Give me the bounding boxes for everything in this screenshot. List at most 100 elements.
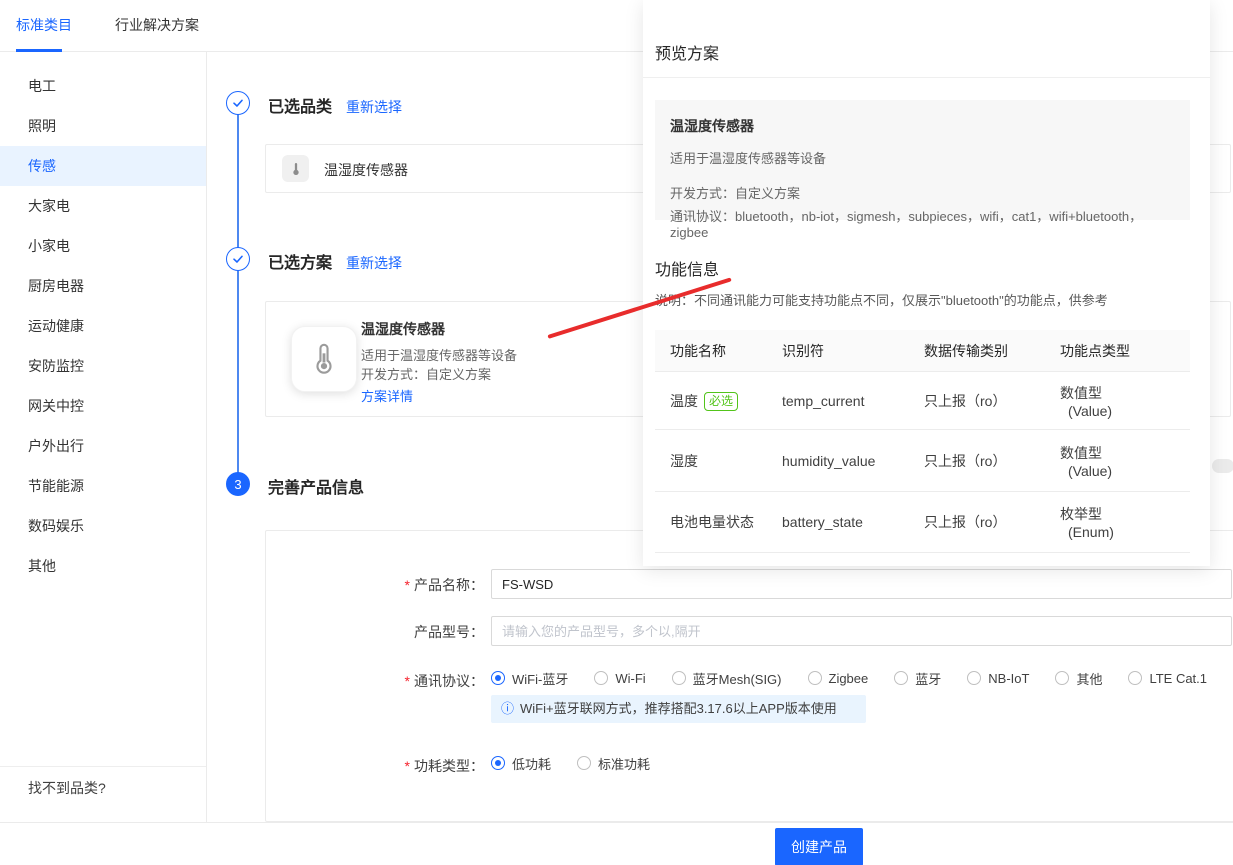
required-mark: * xyxy=(405,673,410,689)
sidebar-item-zhaoming[interactable]: 照明 xyxy=(0,106,206,146)
product-info-form: *产品名称： 产品型号： *通讯协议： WiFi-蓝牙 Wi-Fi 蓝牙Mesh… xyxy=(265,530,1233,822)
dp-type-sub: (Value) xyxy=(1060,403,1190,419)
product-name-input[interactable] xyxy=(491,569,1232,599)
solution-detail-link[interactable]: 方案详情 xyxy=(361,386,413,405)
summary-desc: 适用于温湿度传感器等设备 xyxy=(670,148,1175,167)
function-table: 功能名称 识别符 数据传输类别 功能点类型 温度必选 temp_current … xyxy=(655,330,1190,553)
sidebar-item-huwaichuxing[interactable]: 户外出行 xyxy=(0,426,206,466)
radio-low-power[interactable]: 低功耗 xyxy=(491,754,551,773)
preview-panel: 预览方案 温湿度传感器 适用于温湿度传感器等设备 开发方式：自定义方案 通讯协议… xyxy=(643,0,1210,566)
radio-dot xyxy=(491,671,505,685)
radio-ble-mesh[interactable]: 蓝牙Mesh(SIG) xyxy=(672,669,782,688)
radio-dot xyxy=(1055,671,1069,685)
required-mark: * xyxy=(405,577,410,593)
dp-type: 枚举型 xyxy=(1060,506,1102,522)
summary-dev-mode: 开发方式：自定义方案 xyxy=(670,183,1175,202)
dp-code: humidity_value xyxy=(782,453,924,469)
radio-wifi[interactable]: Wi-Fi xyxy=(594,671,645,686)
col-name: 功能名称 xyxy=(670,341,782,361)
sidebar-item-chuangan[interactable]: 传感 xyxy=(0,146,206,186)
radio-dot xyxy=(967,671,981,685)
step2-label: 已选方案 xyxy=(268,249,332,273)
step1-reselect-link[interactable]: 重新选择 xyxy=(346,97,402,117)
radio-dot xyxy=(577,756,591,770)
step3-label: 完善产品信息 xyxy=(268,474,364,498)
solution-desc: 适用于温湿度传感器等设备 xyxy=(361,345,517,364)
radio-dot xyxy=(594,671,608,685)
sidebar-item-yundongjiankang[interactable]: 运动健康 xyxy=(0,306,206,346)
tab-standard-category[interactable]: 标准类目 xyxy=(16,15,72,35)
radio-nbiot[interactable]: NB-IoT xyxy=(967,671,1029,686)
dp-name: 电池电量状态 xyxy=(670,512,782,532)
required-mark: * xyxy=(405,758,410,774)
col-code: 识别符 xyxy=(782,341,924,361)
table-row-humidity: 湿度 humidity_value 只上报（ro） 数值型 (Value) xyxy=(655,430,1190,492)
dp-code: battery_state xyxy=(782,514,924,530)
dp-type: 数值型 xyxy=(1060,385,1102,401)
radio-dot xyxy=(672,671,686,685)
dp-type-sub: (Enum) xyxy=(1060,524,1190,540)
summary-protocols: 通讯协议：bluetooth，nb-iot，sigmesh，subpieces，… xyxy=(670,206,1175,240)
function-table-header: 功能名称 识别符 数据传输类别 功能点类型 xyxy=(655,330,1190,372)
dp-type-sub: (Value) xyxy=(1060,463,1190,479)
table-row-temperature: 温度必选 temp_current 只上报（ro） 数值型(Value) xyxy=(655,372,1190,430)
radio-lte-cat1[interactable]: LTE Cat.1 xyxy=(1128,671,1207,686)
step2-reselect-link[interactable]: 重新选择 xyxy=(346,253,402,273)
power-radio-group: 低功耗 标准功耗 xyxy=(491,752,650,774)
selected-category-name: 温湿度传感器 xyxy=(324,160,408,180)
protocol-radio-group: WiFi-蓝牙 Wi-Fi 蓝牙Mesh(SIG) Zigbee 蓝牙 NB-I… xyxy=(491,667,1207,689)
radio-dot xyxy=(491,756,505,770)
power-type-label: *功耗类型： xyxy=(266,756,484,776)
page: 标准类目 行业解决方案 电工 照明 传感 大家电 小家电 厨房电器 运动健康 安… xyxy=(0,0,1233,865)
create-product-button[interactable]: 创建产品 xyxy=(775,828,863,865)
thermometer-icon xyxy=(282,155,309,182)
radio-other[interactable]: 其他 xyxy=(1055,669,1102,688)
radio-dot xyxy=(808,671,822,685)
radio-standard-power[interactable]: 标准功耗 xyxy=(577,754,650,773)
product-model-label: 产品型号： xyxy=(266,622,484,642)
radio-dot xyxy=(1128,671,1142,685)
dp-type: 数值型 xyxy=(1060,445,1102,461)
sidebar-item-diangong[interactable]: 电工 xyxy=(0,66,206,106)
protocol-tip-alert: ⓘWiFi+蓝牙联网方式，推荐搭配3.17.6以上APP版本使用 xyxy=(491,695,866,723)
dp-transfer: 只上报（ro） xyxy=(924,512,1060,532)
solution-dev-mode: 开发方式：自定义方案 xyxy=(361,364,491,383)
function-info-note: 说明：不同通讯能力可能支持功能点不同，仅展示"bluetooth"的功能点，供参… xyxy=(655,290,1108,309)
preview-title: 预览方案 xyxy=(655,40,719,64)
step2-check-icon xyxy=(226,247,250,271)
solution-title: 温湿度传感器 xyxy=(361,319,445,339)
summary-name: 温湿度传感器 xyxy=(670,116,1175,136)
sidebar-item-anfangjiankong[interactable]: 安防监控 xyxy=(0,346,206,386)
sidebar-item-jienengnengyuan[interactable]: 节能能源 xyxy=(0,466,206,506)
step1-label: 已选品类 xyxy=(268,93,332,117)
sidebar-item-wangguanzhongkong[interactable]: 网关中控 xyxy=(0,386,206,426)
product-model-input[interactable] xyxy=(491,616,1232,646)
radio-wifi-ble[interactable]: WiFi-蓝牙 xyxy=(491,669,568,688)
sidebar-divider xyxy=(0,766,206,767)
radio-dot xyxy=(894,671,908,685)
dp-name: 湿度 xyxy=(670,451,782,471)
tab-industry-solution[interactable]: 行业解决方案 xyxy=(115,15,199,35)
preview-divider xyxy=(643,77,1210,78)
dp-transfer: 只上报（ro） xyxy=(924,451,1060,471)
cannot-find-category-link[interactable]: 找不到品类? xyxy=(0,768,206,808)
sidebar-item-xiaojiadian[interactable]: 小家电 xyxy=(0,226,206,266)
solution-summary-box: 温湿度传感器 适用于温湿度传感器等设备 开发方式：自定义方案 通讯协议：blue… xyxy=(655,100,1190,220)
radio-ble[interactable]: 蓝牙 xyxy=(894,669,941,688)
product-name-label: *产品名称： xyxy=(266,575,484,595)
sidebar-item-qita[interactable]: 其他 xyxy=(0,546,206,586)
sidebar-item-shumayule[interactable]: 数码娱乐 xyxy=(0,506,206,546)
col-transfer: 数据传输类别 xyxy=(924,341,1060,361)
function-info-title: 功能信息 xyxy=(655,256,719,280)
required-badge: 必选 xyxy=(704,392,738,411)
radio-zigbee[interactable]: Zigbee xyxy=(808,671,869,686)
sidebar-item-chufangdianqi[interactable]: 厨房电器 xyxy=(0,266,206,306)
category-sidebar: 电工 照明 传感 大家电 小家电 厨房电器 运动健康 安防监控 网关中控 户外出… xyxy=(0,52,207,822)
step1-check-icon xyxy=(226,91,250,115)
thermometer-icon xyxy=(291,326,357,392)
dp-name: 温度 xyxy=(670,393,698,409)
info-icon: ⓘ xyxy=(501,701,514,716)
step3-number-badge: 3 xyxy=(226,472,250,496)
dp-code: temp_current xyxy=(782,393,924,409)
sidebar-item-dajiadian[interactable]: 大家电 xyxy=(0,186,206,226)
